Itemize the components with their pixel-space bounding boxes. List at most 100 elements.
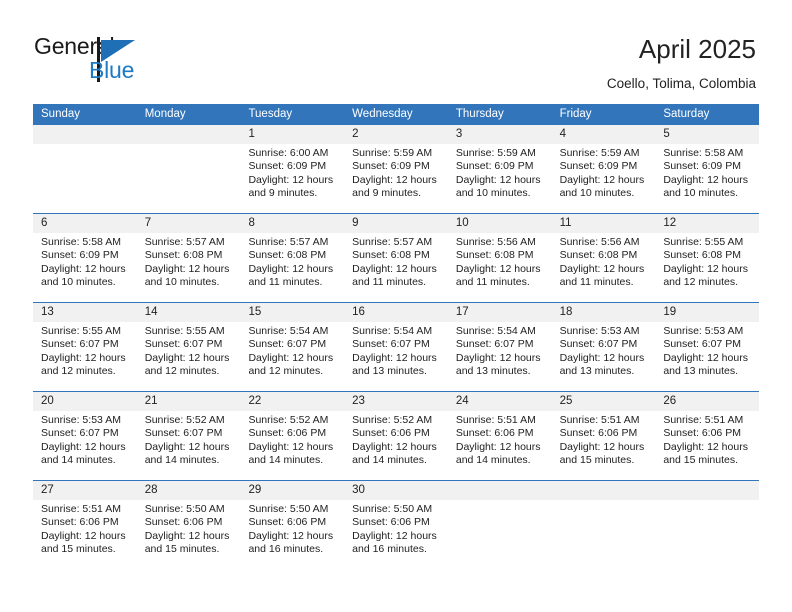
- day-number[interactable]: 20: [33, 392, 137, 411]
- day-cell[interactable]: Sunrise: 5:59 AM Sunset: 6:09 PM Dayligh…: [552, 144, 656, 213]
- day-cell[interactable]: Sunrise: 5:52 AM Sunset: 6:06 PM Dayligh…: [344, 411, 448, 480]
- day-number[interactable]: [552, 481, 656, 500]
- sunset-text: Sunset: 6:08 PM: [559, 249, 638, 262]
- day-number[interactable]: 28: [137, 481, 241, 500]
- day-cell[interactable]: Sunrise: 5:57 AM Sunset: 6:08 PM Dayligh…: [344, 233, 448, 302]
- day-number[interactable]: 8: [240, 214, 344, 233]
- sunrise-text: Sunrise: 5:59 AM: [455, 147, 536, 159]
- day-cell[interactable]: [552, 500, 656, 569]
- day-number[interactable]: 16: [344, 303, 448, 322]
- daylight-text-line2: and 15 minutes.: [41, 543, 116, 556]
- sunset-text: Sunset: 6:06 PM: [248, 516, 327, 529]
- day-number[interactable]: 14: [137, 303, 241, 322]
- day-cell[interactable]: Sunrise: 5:59 AM Sunset: 6:09 PM Dayligh…: [448, 144, 552, 213]
- day-cell[interactable]: Sunrise: 5:55 AM Sunset: 6:08 PM Dayligh…: [655, 233, 759, 302]
- sunrise-text: Sunrise: 5:58 AM: [41, 236, 121, 248]
- day-number[interactable]: 2: [344, 125, 448, 144]
- day-number[interactable]: [33, 125, 137, 144]
- day-number[interactable]: 18: [552, 303, 656, 322]
- day-number[interactable]: 7: [137, 214, 241, 233]
- daylight-text-line2: and 12 minutes.: [144, 365, 220, 378]
- day-number[interactable]: 4: [552, 125, 656, 144]
- sunset-text: Sunset: 6:06 PM: [248, 427, 327, 440]
- sunset-text: Sunset: 6:07 PM: [352, 338, 430, 351]
- day-cell[interactable]: Sunrise: 5:52 AM Sunset: 6:07 PM Dayligh…: [137, 411, 241, 480]
- day-number[interactable]: 1: [240, 125, 344, 144]
- day-cell[interactable]: Sunrise: 5:56 AM Sunset: 6:08 PM Dayligh…: [552, 233, 656, 302]
- day-number[interactable]: 12: [655, 214, 759, 233]
- day-cell[interactable]: Sunrise: 6:00 AM Sunset: 6:09 PM Dayligh…: [240, 144, 344, 213]
- day-cell[interactable]: Sunrise: 5:55 AM Sunset: 6:07 PM Dayligh…: [33, 322, 137, 391]
- day-cell[interactable]: Sunrise: 5:51 AM Sunset: 6:06 PM Dayligh…: [655, 411, 759, 480]
- day-cell[interactable]: Sunrise: 5:51 AM Sunset: 6:06 PM Dayligh…: [552, 411, 656, 480]
- day-cell[interactable]: Sunrise: 5:54 AM Sunset: 6:07 PM Dayligh…: [448, 322, 552, 391]
- day-number[interactable]: 13: [33, 303, 137, 322]
- sunrise-text: Sunrise: 5:53 AM: [663, 325, 744, 337]
- sunrise-text: Sunrise: 5:53 AM: [559, 325, 640, 337]
- day-number[interactable]: 26: [655, 392, 759, 411]
- day-cell[interactable]: Sunrise: 5:55 AM Sunset: 6:07 PM Dayligh…: [137, 322, 241, 391]
- daylight-text-line2: and 11 minutes.: [455, 276, 530, 289]
- day-cell[interactable]: Sunrise: 5:58 AM Sunset: 6:09 PM Dayligh…: [655, 144, 759, 213]
- sunrise-text: Sunrise: 5:52 AM: [144, 414, 225, 426]
- day-number[interactable]: 24: [448, 392, 552, 411]
- sunrise-text: Sunrise: 5:57 AM: [144, 236, 225, 248]
- day-number[interactable]: 15: [240, 303, 344, 322]
- sunrise-text: Sunrise: 5:55 AM: [41, 325, 121, 337]
- sunrise-text: Sunrise: 5:54 AM: [352, 325, 433, 337]
- sunrise-text: Sunrise: 5:54 AM: [455, 325, 536, 337]
- sunset-text: Sunset: 6:07 PM: [559, 338, 638, 351]
- day-cell[interactable]: Sunrise: 5:58 AM Sunset: 6:09 PM Dayligh…: [33, 233, 137, 302]
- day-number[interactable]: 11: [552, 214, 656, 233]
- day-cell[interactable]: [655, 500, 759, 569]
- weekday-monday: Monday: [144, 108, 186, 120]
- day-number[interactable]: 23: [344, 392, 448, 411]
- day-cell[interactable]: Sunrise: 5:51 AM Sunset: 6:06 PM Dayligh…: [448, 411, 552, 480]
- day-number[interactable]: [137, 125, 241, 144]
- day-cell[interactable]: Sunrise: 5:53 AM Sunset: 6:07 PM Dayligh…: [655, 322, 759, 391]
- day-number[interactable]: 17: [448, 303, 552, 322]
- day-number[interactable]: [448, 481, 552, 500]
- sunset-text: Sunset: 6:08 PM: [248, 249, 327, 262]
- day-number[interactable]: 9: [344, 214, 448, 233]
- sunset-text: Sunset: 6:09 PM: [248, 160, 327, 173]
- day-number[interactable]: [655, 481, 759, 500]
- day-cell[interactable]: Sunrise: 5:54 AM Sunset: 6:07 PM Dayligh…: [344, 322, 448, 391]
- day-cell[interactable]: Sunrise: 5:57 AM Sunset: 6:08 PM Dayligh…: [240, 233, 344, 302]
- day-cell[interactable]: Sunrise: 5:54 AM Sunset: 6:07 PM Dayligh…: [240, 322, 344, 391]
- day-number[interactable]: 19: [655, 303, 759, 322]
- daylight-text-line2: and 15 minutes.: [144, 543, 220, 556]
- day-number[interactable]: 25: [552, 392, 656, 411]
- day-number[interactable]: 22: [240, 392, 344, 411]
- week-date-numbers: 13 14 15 16 17 18 19: [33, 303, 759, 322]
- day-number[interactable]: 21: [137, 392, 241, 411]
- daylight-text-line1: Daylight: 12 hours: [455, 262, 541, 275]
- day-number[interactable]: 6: [33, 214, 137, 233]
- day-cell[interactable]: [448, 500, 552, 569]
- sunset-text: Sunset: 6:06 PM: [352, 427, 430, 440]
- day-number[interactable]: 3: [448, 125, 552, 144]
- day-cell[interactable]: [137, 144, 241, 213]
- day-cell[interactable]: Sunrise: 5:50 AM Sunset: 6:06 PM Dayligh…: [344, 500, 448, 569]
- day-cell[interactable]: [33, 144, 137, 213]
- day-number[interactable]: 30: [344, 481, 448, 500]
- day-cell[interactable]: Sunrise: 5:57 AM Sunset: 6:08 PM Dayligh…: [137, 233, 241, 302]
- day-cell[interactable]: Sunrise: 5:50 AM Sunset: 6:06 PM Dayligh…: [240, 500, 344, 569]
- day-cell[interactable]: Sunrise: 5:50 AM Sunset: 6:06 PM Dayligh…: [137, 500, 241, 569]
- day-number[interactable]: 5: [655, 125, 759, 144]
- day-cell[interactable]: Sunrise: 5:56 AM Sunset: 6:08 PM Dayligh…: [448, 233, 552, 302]
- sunrise-text: Sunrise: 5:51 AM: [559, 414, 640, 426]
- brand-logo[interactable]: General Blue: [34, 33, 234, 89]
- day-number[interactable]: 29: [240, 481, 344, 500]
- day-cell[interactable]: Sunrise: 5:53 AM Sunset: 6:07 PM Dayligh…: [33, 411, 137, 480]
- day-cell[interactable]: Sunrise: 5:59 AM Sunset: 6:09 PM Dayligh…: [344, 144, 448, 213]
- daylight-text-line1: Daylight: 12 hours: [352, 351, 437, 364]
- daylight-text-line1: Daylight: 12 hours: [144, 262, 230, 275]
- daylight-text-line2: and 13 minutes.: [559, 365, 635, 378]
- day-number[interactable]: 10: [448, 214, 552, 233]
- day-cell[interactable]: Sunrise: 5:51 AM Sunset: 6:06 PM Dayligh…: [33, 500, 137, 569]
- day-number[interactable]: 27: [33, 481, 137, 500]
- day-cell[interactable]: Sunrise: 5:52 AM Sunset: 6:06 PM Dayligh…: [240, 411, 344, 480]
- daylight-text-line1: Daylight: 12 hours: [663, 173, 748, 186]
- day-cell[interactable]: Sunrise: 5:53 AM Sunset: 6:07 PM Dayligh…: [552, 322, 656, 391]
